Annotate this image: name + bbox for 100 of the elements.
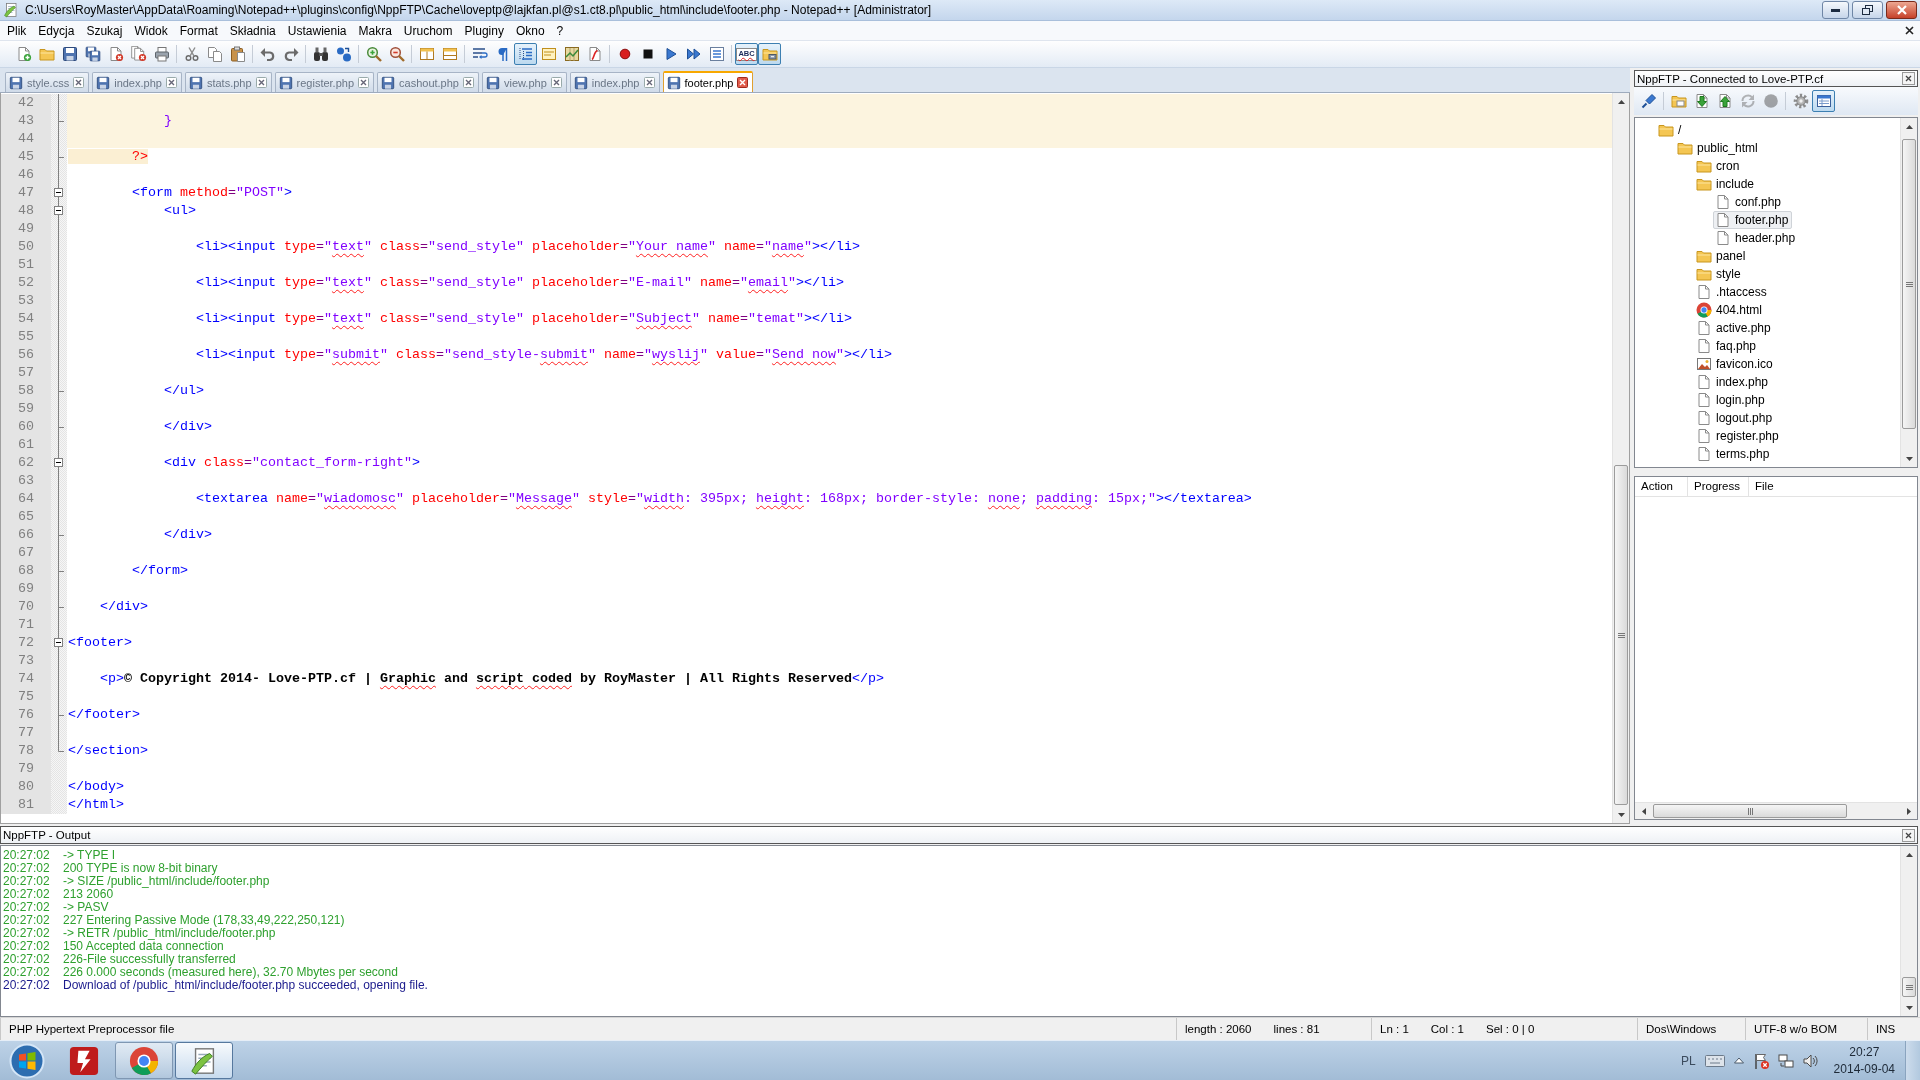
minimize-button[interactable]	[1822, 1, 1849, 19]
network-icon[interactable]	[1777, 1052, 1794, 1069]
tree-item[interactable]: faq.php	[1694, 337, 1761, 355]
tree-item[interactable]: conf.php	[1713, 193, 1786, 211]
menu-item[interactable]: Szukaj	[80, 21, 129, 40]
right-arrow-icon[interactable]	[1906, 808, 1911, 815]
tab[interactable]: register.php	[274, 72, 375, 92]
fold-line-icon	[58, 400, 59, 418]
close-icon[interactable]	[737, 77, 749, 88]
menu-item[interactable]: Makra	[352, 21, 398, 40]
page-icon	[1715, 230, 1731, 246]
column-header[interactable]: File	[1749, 477, 1917, 496]
left-arrow-icon[interactable]	[1641, 808, 1646, 815]
tab[interactable]: stats.php	[184, 72, 272, 92]
clock[interactable]: 20:27 2014-09-04	[1833, 1043, 1895, 1078]
keyboard-icon[interactable]	[1704, 1054, 1725, 1067]
tree-item[interactable]: active.php	[1694, 319, 1775, 337]
restore-icon[interactable]	[1862, 5, 1873, 15]
tree-item[interactable]: cron	[1694, 157, 1744, 175]
menu-item[interactable]: Ustawienia	[281, 21, 353, 40]
menu-item[interactable]: Widok	[128, 21, 174, 40]
down-arrow-icon[interactable]	[1618, 812, 1625, 817]
line-number: 64	[17, 490, 35, 508]
scrollbar-thumb[interactable]	[1614, 465, 1628, 805]
tree-item[interactable]: login.php	[1694, 391, 1769, 409]
boxed-minus-icon[interactable]	[54, 184, 63, 202]
tree-item[interactable]: logout.php	[1694, 409, 1777, 427]
tree-item[interactable]: favicon.ico	[1694, 355, 1777, 373]
tab[interactable]: index.php	[569, 72, 660, 92]
fold-line-icon	[58, 544, 59, 562]
down-arrow-icon[interactable]	[1906, 1005, 1913, 1010]
tree-item[interactable]: terms.php	[1694, 445, 1774, 463]
menu-item[interactable]: Uruchom	[397, 21, 459, 40]
menu-item[interactable]: Plik	[1, 21, 33, 40]
tree-item[interactable]: /	[1656, 121, 1686, 139]
close-icon[interactable]	[1905, 26, 1914, 35]
restore-button[interactable]	[1852, 1, 1883, 19]
tree-item[interactable]: header.php	[1713, 229, 1800, 247]
start-icon[interactable]	[9, 1042, 45, 1079]
scrollbar[interactable]	[1900, 846, 1917, 1016]
bolt-tile-icon[interactable]	[69, 1045, 99, 1076]
browser-icon[interactable]	[129, 1045, 159, 1076]
speaker-icon[interactable]	[1802, 1052, 1819, 1069]
tab[interactable]: footer.php	[662, 71, 754, 92]
scrollbar-thumb[interactable]	[1902, 139, 1916, 429]
tree-item[interactable]: style	[1694, 265, 1745, 283]
column-header[interactable]: Action	[1635, 477, 1688, 496]
taskbar-button[interactable]	[115, 1042, 173, 1079]
fold-end-icon	[58, 598, 64, 616]
line-number: 69	[17, 580, 35, 598]
menu-item[interactable]: Edycja	[32, 21, 81, 40]
menu-item[interactable]: Pluginy	[458, 21, 510, 40]
minimize-icon[interactable]	[1831, 8, 1840, 12]
grip-icon	[1905, 984, 1913, 990]
floppy-icon	[188, 75, 203, 90]
menu-item[interactable]: Składnia	[223, 21, 282, 40]
tab[interactable]: index.php	[92, 72, 182, 92]
up-arrow-icon[interactable]	[1906, 124, 1913, 129]
line-number: 54	[17, 310, 35, 328]
tree-item[interactable]: 404.html	[1694, 301, 1767, 319]
boxed-minus-icon[interactable]	[54, 634, 63, 652]
tab[interactable]: style.css	[5, 72, 90, 92]
language-indicator[interactable]: PL	[1680, 1053, 1696, 1068]
boxed-minus-icon[interactable]	[54, 202, 63, 220]
tree-item[interactable]: index.php	[1694, 373, 1773, 391]
scrollbar[interactable]	[1612, 93, 1629, 823]
scrollbar[interactable]	[1635, 802, 1917, 819]
column-header[interactable]: Progress	[1688, 477, 1749, 496]
menu-item[interactable]: Okno	[509, 21, 551, 40]
close-button[interactable]	[1886, 1, 1917, 19]
fold-corner-icon	[58, 742, 64, 752]
log-time: 20:27:02	[3, 875, 51, 888]
tree-item[interactable]: include	[1694, 175, 1759, 193]
tab[interactable]: view.php	[481, 72, 567, 92]
taskbar-button[interactable]	[175, 1042, 233, 1079]
caret-up-icon[interactable]	[1733, 1057, 1744, 1064]
tree-item[interactable]: .htaccess	[1694, 283, 1771, 301]
tab[interactable]: cashout.php	[377, 72, 479, 92]
close-icon[interactable]	[1902, 828, 1915, 842]
log-message: Download of /public_html/include/footer.php succeeded, opening file.	[63, 979, 428, 992]
browser-icon	[1696, 302, 1712, 318]
menu-item[interactable]: Format	[173, 21, 224, 40]
menu-item[interactable]: ?	[550, 21, 570, 40]
tree-item[interactable]: footer.php	[1713, 211, 1793, 229]
up-arrow-icon[interactable]	[1618, 99, 1625, 104]
down-arrow-icon[interactable]	[1906, 456, 1913, 461]
flag-icon[interactable]	[1752, 1052, 1769, 1069]
scrollbar-thumb[interactable]	[1902, 977, 1916, 997]
up-arrow-icon[interactable]	[1906, 852, 1913, 857]
tree-item[interactable]: public_html	[1675, 139, 1762, 157]
tree-item[interactable]: panel	[1694, 247, 1750, 265]
scrollbar-thumb[interactable]	[1653, 804, 1847, 818]
boxed-minus-icon[interactable]	[54, 454, 63, 472]
scrollbar[interactable]	[1900, 118, 1917, 467]
log-message: 226 0.000 seconds (measured here), 32.70 Mbytes per second	[63, 966, 398, 979]
tree-item[interactable]: register.php	[1694, 427, 1783, 445]
close-icon[interactable]	[1902, 72, 1915, 85]
fold-end-icon	[58, 382, 64, 400]
grip-icon	[1905, 281, 1913, 287]
log-time: 20:27:02	[3, 901, 51, 914]
